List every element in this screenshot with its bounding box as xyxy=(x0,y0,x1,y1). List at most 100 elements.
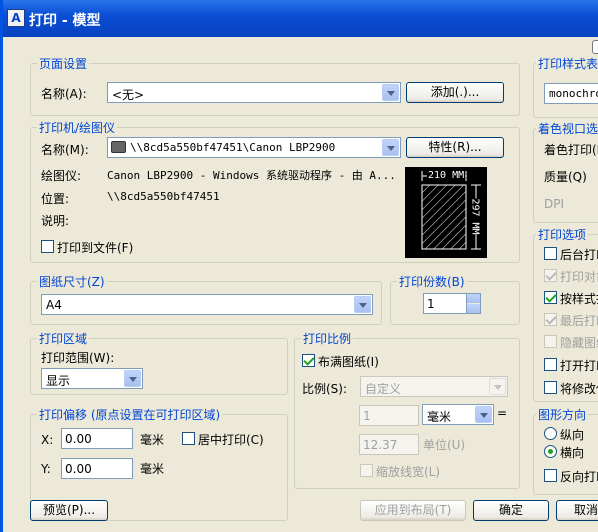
plotter-label: 绘图仪: xyxy=(41,169,82,183)
chevron-down-icon xyxy=(382,139,399,156)
plot-range-value: 显示 xyxy=(46,374,71,388)
plot-option-label[interactable]: 打印对象线宽 xyxy=(560,268,598,285)
offset-y-label: Y: xyxy=(41,462,51,476)
autocad-icon: A xyxy=(7,9,25,27)
window-title: 打印 - 模型 xyxy=(29,13,101,29)
dialog-body: i 页面设置 名称(A): <无> 添加(.)... 打印机/绘图仪 名称(M)… xyxy=(3,37,598,532)
landscape-radio[interactable] xyxy=(544,445,557,458)
scale-lineweights-checkbox[interactable] xyxy=(360,464,373,477)
chevron-down-icon xyxy=(475,406,492,423)
scale-select[interactable]: 自定义 xyxy=(360,376,508,397)
shaded-viewport-title: 着色视口选项 xyxy=(536,120,598,137)
page-setup-name-label: 名称(A): xyxy=(41,87,87,101)
plot-option-label[interactable]: 将修改保存 xyxy=(560,380,598,397)
printer-title: 打印机/绘图仪 xyxy=(37,119,118,136)
shade-plot-label: 着色打印(D) xyxy=(544,143,598,157)
orientation-title: 图形方向 xyxy=(536,406,589,423)
chevron-down-icon xyxy=(489,378,506,395)
plot-option-checkbox[interactable] xyxy=(544,313,557,326)
plot-offset-title: 打印偏移 (原点设置在可打印区域) xyxy=(37,406,223,423)
plot-option-label[interactable]: 打开打印戳记 xyxy=(560,357,598,374)
spin-up-icon[interactable] xyxy=(467,294,480,303)
copies-spinner[interactable] xyxy=(466,293,481,314)
center-plot-checkbox[interactable] xyxy=(182,432,195,445)
scale-paper-units-input[interactable]: 1 xyxy=(359,405,419,426)
plot-option-label[interactable]: 隐藏图纸空间 xyxy=(560,334,598,351)
copies-input[interactable]: 1 xyxy=(423,293,467,314)
printer-name-label: 名称(M): xyxy=(41,143,89,157)
plot-style-title: 打印样式表 xyxy=(536,55,598,72)
spin-down-icon[interactable] xyxy=(467,304,480,313)
paper-size-title: 图纸尺寸(Z) xyxy=(37,273,107,290)
chevron-down-icon xyxy=(354,296,371,313)
title-bar[interactable]: A 打印 - 模型 xyxy=(3,0,598,37)
plot-area-title: 打印区域 xyxy=(37,330,90,347)
copies-title: 打印份数(B) xyxy=(397,273,467,290)
portrait-radio[interactable] xyxy=(544,427,557,440)
plot-option-label[interactable]: 后台打印 xyxy=(560,246,598,263)
apply-to-layout-button[interactable]: 应用到布局(T) xyxy=(360,500,466,521)
portrait-label[interactable]: 纵向 xyxy=(560,426,584,443)
scale-value: 自定义 xyxy=(365,382,402,396)
scale-unit-value: 毫米 xyxy=(427,410,452,424)
plot-option-checkbox[interactable] xyxy=(544,247,557,260)
scale-label: 比例(S): xyxy=(302,382,348,396)
offset-x-input[interactable]: 0.00 xyxy=(61,428,133,449)
chevron-down-icon xyxy=(382,84,399,101)
offset-x-label: X: xyxy=(41,433,54,447)
scale-unit-select[interactable]: 毫米 xyxy=(422,404,494,425)
upside-down-label[interactable]: 反向打印 xyxy=(560,468,598,485)
page-setup-name-select[interactable]: <无> xyxy=(107,82,401,103)
add-page-setup-button[interactable]: 添加(.)... xyxy=(406,82,504,103)
plot-options-title: 打印选项 xyxy=(536,226,589,243)
plot-range-select[interactable]: 显示 xyxy=(41,368,143,389)
upside-down-checkbox[interactable] xyxy=(544,469,557,482)
plot-dialog: A 打印 - 模型 i 页面设置 名称(A): <无> 添加(.)... 打印机… xyxy=(0,0,598,532)
location-label: 位置: xyxy=(41,192,70,206)
offset-y-unit: 毫米 xyxy=(140,462,165,476)
plot-to-file-label[interactable]: 打印到文件(F) xyxy=(57,239,133,256)
plot-to-file-checkbox[interactable] xyxy=(41,240,54,253)
paper-size-select[interactable]: A4 xyxy=(41,294,373,315)
page-setup-name-value: <无> xyxy=(112,88,145,102)
plot-option-checkbox[interactable] xyxy=(544,269,557,282)
plot-option-label[interactable]: 最后打印 xyxy=(560,312,598,329)
printer-name-select[interactable]: \\8cd5a550bf47451\Canon LBP2900 xyxy=(107,137,401,158)
offset-y-input[interactable]: 0.00 xyxy=(61,458,133,479)
drawing-units-label: 单位(U) xyxy=(423,438,466,452)
paper-preview: 210 MM 297 MM xyxy=(405,167,487,258)
plot-range-label: 打印范围(W): xyxy=(41,351,115,365)
plot-option-checkbox[interactable] xyxy=(544,381,557,394)
location-value: \\8cd5a550bf47451 xyxy=(107,190,220,203)
offset-x-unit: 毫米 xyxy=(140,433,165,447)
printer-icon xyxy=(111,141,126,153)
scale-equals: = xyxy=(497,406,508,420)
plot-style-select[interactable]: monochrome xyxy=(544,83,598,104)
paper-size-value: A4 xyxy=(46,298,62,312)
plot-option-checkbox[interactable] xyxy=(544,291,557,304)
chevron-down-icon xyxy=(124,370,141,387)
preview-width-label: 210 MM xyxy=(427,170,466,181)
plot-scale-title: 打印比例 xyxy=(301,330,354,347)
cancel-button[interactable]: 取消 xyxy=(556,500,598,521)
center-plot-label[interactable]: 居中打印(C) xyxy=(198,431,264,448)
printer-name-value: \\8cd5a550bf47451\Canon LBP2900 xyxy=(130,141,336,154)
preview-button[interactable]: 预览(P)... xyxy=(30,500,108,521)
scale-drawing-units-input[interactable]: 12.37 xyxy=(359,434,419,455)
info-icon[interactable]: i xyxy=(592,40,598,54)
printer-properties-button[interactable]: 特性(R)... xyxy=(406,137,504,158)
quality-label: 质量(Q) xyxy=(544,170,587,184)
fit-to-paper-label[interactable]: 布满图纸(I) xyxy=(318,353,379,370)
plot-option-label[interactable]: 按样式打印 xyxy=(560,290,598,307)
plot-option-checkbox[interactable] xyxy=(544,335,557,348)
plot-option-checkbox[interactable] xyxy=(544,358,557,371)
plotter-value: Canon LBP2900 - Windows 系统驱动程序 - 由 A... xyxy=(107,169,396,182)
fit-to-paper-checkbox[interactable] xyxy=(302,354,315,367)
dpi-label: DPI xyxy=(544,197,565,211)
scale-lineweights-label[interactable]: 缩放线宽(L) xyxy=(376,463,440,480)
preview-height-label: 297 MM xyxy=(469,198,481,235)
description-label: 说明: xyxy=(41,214,70,228)
ok-button[interactable]: 确定 xyxy=(473,500,549,521)
landscape-label[interactable]: 横向 xyxy=(560,444,584,461)
page-setup-title: 页面设置 xyxy=(37,55,90,72)
